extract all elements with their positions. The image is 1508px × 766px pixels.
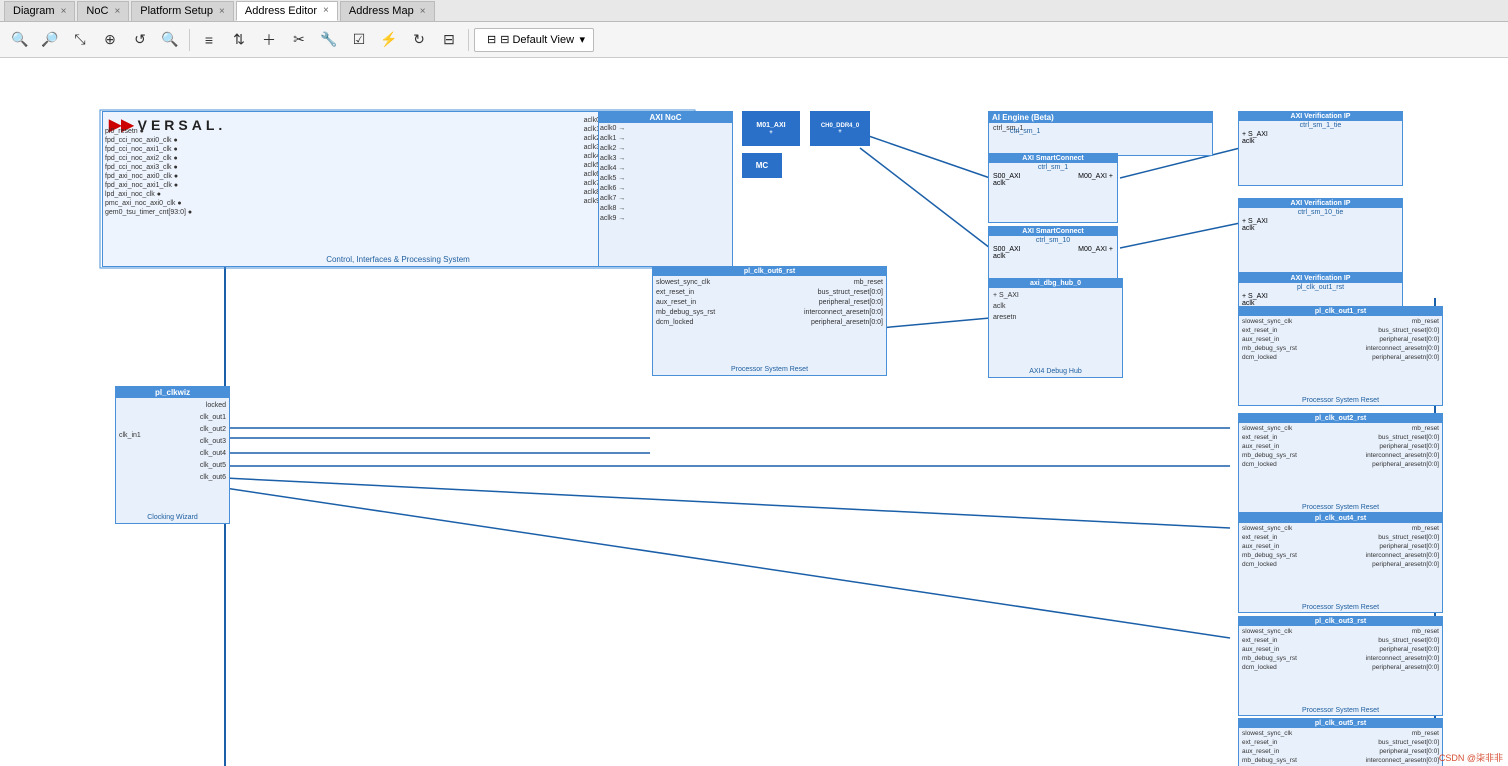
view-dropdown-label: ⊟ Default View [500, 33, 574, 46]
axi-noc-title: AXI NoC [599, 112, 732, 123]
zoom-in-button[interactable]: 🔎 [36, 26, 64, 54]
tab-address-map-close[interactable]: × [420, 6, 426, 17]
axi-verif-3-title: AXI Verification IP [1239, 274, 1402, 283]
regenerate-button[interactable]: ↻ [405, 26, 433, 54]
psr-right-4-ports: slowest_sync_clk ext_reset_in aux_reset_… [1239, 626, 1442, 673]
tab-diagram-label: Diagram [13, 5, 55, 17]
axi-verif-2[interactable]: AXI Verification IP ctrl_sm_10_tie + S_A… [1238, 198, 1403, 273]
psr-right-2[interactable]: pl_clk_out2_rst slowest_sync_clk ext_res… [1238, 413, 1443, 513]
fit-button[interactable]: ⤡ [66, 26, 94, 54]
ai-engine-title: AI Engine (Beta) [989, 112, 1212, 123]
toolbar: 🔍 🔎 ⤡ ⊕ ↺ 🔍 ≡ ⇅ ＋ ✂ 🔧 ☑ ⚡ ↻ ⊟ ⊟ ⊟ Defaul… [0, 22, 1508, 58]
psr-main-ports: slowest_sync_clk ext_reset_in aux_reset_… [653, 276, 886, 330]
tab-address-editor-close[interactable]: × [323, 5, 329, 16]
tab-noc[interactable]: NoC × [77, 1, 129, 21]
tab-platform-setup[interactable]: Platform Setup × [131, 1, 234, 21]
drc-button[interactable]: ⚡ [375, 26, 403, 54]
tab-bar: Diagram × NoC × Platform Setup × Address… [0, 0, 1508, 22]
arrange-button[interactable]: ⇅ [225, 26, 253, 54]
psr-right-3-sublabel: Processor System Reset [1239, 604, 1442, 611]
clocking-wizard-block[interactable]: pl_clkwiz clk_in1 locked clk_out1 clk_ou… [115, 386, 230, 524]
tab-address-map[interactable]: Address Map × [340, 1, 435, 21]
sep-2 [468, 29, 469, 51]
smartconnect-1-title: AXI SmartConnect [989, 154, 1117, 163]
psr-right-2-sublabel: Processor System Reset [1239, 504, 1442, 511]
psr-main-block[interactable]: pl_clk_out6_rst slowest_sync_clk ext_res… [652, 266, 887, 376]
full-page-button[interactable]: ⊕ [96, 26, 124, 54]
config-button[interactable]: 🔧 [315, 26, 343, 54]
canvas-area[interactable]: ▶▶ VERSAL. pl0_resetn ● fpd_cci_noc_axi0… [0, 58, 1508, 766]
psr-main-sublabel: Processor System Reset [653, 366, 886, 373]
axi-debug-hub-sublabel: AXI4 Debug Hub [989, 368, 1122, 375]
ch0-ddr4-block: CH0_DDR4_0+ [810, 111, 870, 146]
mc-block: MC [742, 153, 782, 178]
connect-button[interactable]: ✂ [285, 26, 313, 54]
chevron-down-icon: ▾ [579, 33, 585, 46]
tab-noc-label: NoC [86, 5, 108, 17]
view-dropdown[interactable]: ⊟ ⊟ Default View ▾ [474, 28, 594, 52]
tab-diagram-close[interactable]: × [61, 6, 67, 17]
psr-main-title: pl_clk_out6_rst [653, 267, 886, 276]
clk-wizard-sublabel: Clocking Wizard [116, 514, 229, 521]
axi-verif-1[interactable]: AXI Verification IP ctrl_sm_1_tie + S_AX… [1238, 111, 1403, 186]
clk-wizard-title: pl_clkwiz [116, 387, 229, 398]
axi-verif-3-instance: pl_clk_out1_rst [1239, 283, 1402, 292]
smartconnect-1-ports: S00_AXIaclk M00_AXI + [989, 172, 1117, 188]
psr-right-1-title: pl_clk_out1_rst [1239, 307, 1442, 316]
clk-wizard-ports: clk_in1 locked clk_out1 clk_out2 clk_out… [116, 398, 229, 486]
axi-noc-ports-left: aclk0 aclk1 aclk2 aclk3 aclk4 aclk5 aclk… [480, 116, 600, 206]
m01-axi-block: M01_AXI+ [742, 111, 800, 146]
axi-verif-1-ports: + S_AXIaclk [1239, 130, 1402, 146]
smartconnect-2-title: AXI SmartConnect [989, 227, 1117, 236]
psr-right-4[interactable]: pl_clk_out3_rst slowest_sync_clk ext_res… [1238, 616, 1443, 716]
refresh-button[interactable]: ↺ [126, 26, 154, 54]
axi-verif-1-title: AXI Verification IP [1239, 112, 1402, 121]
psr-right-3-title: pl_clk_out4_rst [1239, 514, 1442, 523]
add-ip-button[interactable]: ＋ [255, 26, 283, 54]
psr-right-5-title: pl_clk_out5_rst [1239, 719, 1442, 728]
find-button[interactable]: 🔍 [156, 26, 184, 54]
tab-noc-close[interactable]: × [114, 6, 120, 17]
ctrl-sm-1-label: ctrl_sm_1 [1010, 128, 1040, 135]
psr-right-2-title: pl_clk_out2_rst [1239, 414, 1442, 423]
axi-noc-block[interactable]: AXI NoC aclk0 → aclk1 → aclk2 → aclk3 → … [598, 111, 733, 267]
auto-layout-button[interactable]: ≡ [195, 26, 223, 54]
tab-diagram[interactable]: Diagram × [4, 1, 75, 21]
psr-right-1[interactable]: pl_clk_out1_rst slowest_sync_clk ext_res… [1238, 306, 1443, 406]
tab-address-editor-label: Address Editor [245, 5, 317, 17]
smartconnect-2-ports: S00_AXIaclk M00_AXI + [989, 245, 1117, 261]
psr-right-3-ports: slowest_sync_clk ext_reset_in aux_reset_… [1239, 523, 1442, 570]
axi-debug-hub-ports: + S_AXI aclk aresetn [989, 288, 1122, 325]
psr-right-2-ports: slowest_sync_clk ext_reset_in aux_reset_… [1239, 423, 1442, 470]
sep-1 [189, 29, 190, 51]
psr-right-5-ports: slowest_sync_clk ext_reset_in aux_reset_… [1239, 728, 1442, 766]
axi-verif-2-instance: ctrl_sm_10_tie [1239, 208, 1402, 217]
tab-platform-setup-label: Platform Setup [140, 5, 213, 17]
axi-verif-1-instance: ctrl_sm_1_tie [1239, 121, 1402, 130]
axi-verif-2-ports: + S_AXIaclk [1239, 217, 1402, 233]
tab-platform-setup-close[interactable]: × [219, 6, 225, 17]
psr-right-4-title: pl_clk_out3_rst [1239, 617, 1442, 626]
tab-address-editor[interactable]: Address Editor × [236, 1, 338, 21]
psr-right-1-sublabel: Processor System Reset [1239, 397, 1442, 404]
psr-right-5[interactable]: pl_clk_out5_rst slowest_sync_clk ext_res… [1238, 718, 1443, 766]
axi-debug-hub-title: axi_dbg_hub_0 [989, 279, 1122, 288]
psr-right-1-ports: slowest_sync_clk ext_reset_in aux_reset_… [1239, 316, 1442, 363]
show-ips-button[interactable]: ⊟ [435, 26, 463, 54]
zoom-out-button[interactable]: 🔍 [6, 26, 34, 54]
psr-right-3[interactable]: pl_clk_out4_rst slowest_sync_clk ext_res… [1238, 513, 1443, 613]
validate-button[interactable]: ☑ [345, 26, 373, 54]
axi-debug-hub-block[interactable]: axi_dbg_hub_0 + S_AXI aclk aresetn AXI4 … [988, 278, 1123, 378]
watermark: CSDN @柒非非 [1439, 751, 1503, 764]
tab-address-map-label: Address Map [349, 5, 414, 17]
axi-smartconnect-1[interactable]: AXI SmartConnect ctrl_sm_1 S00_AXIaclk M… [988, 153, 1118, 223]
smartconnect-2-instance: ctrl_sm_10 [989, 236, 1117, 245]
cips-ports: pl0_resetn ● fpd_cci_noc_axi0_clk ● fpd_… [105, 127, 192, 217]
smartconnect-1-instance: ctrl_sm_1 [989, 163, 1117, 172]
view-dropdown-icon: ⊟ [487, 33, 496, 46]
psr-right-4-sublabel: Processor System Reset [1239, 707, 1442, 714]
axi-verif-2-title: AXI Verification IP [1239, 199, 1402, 208]
